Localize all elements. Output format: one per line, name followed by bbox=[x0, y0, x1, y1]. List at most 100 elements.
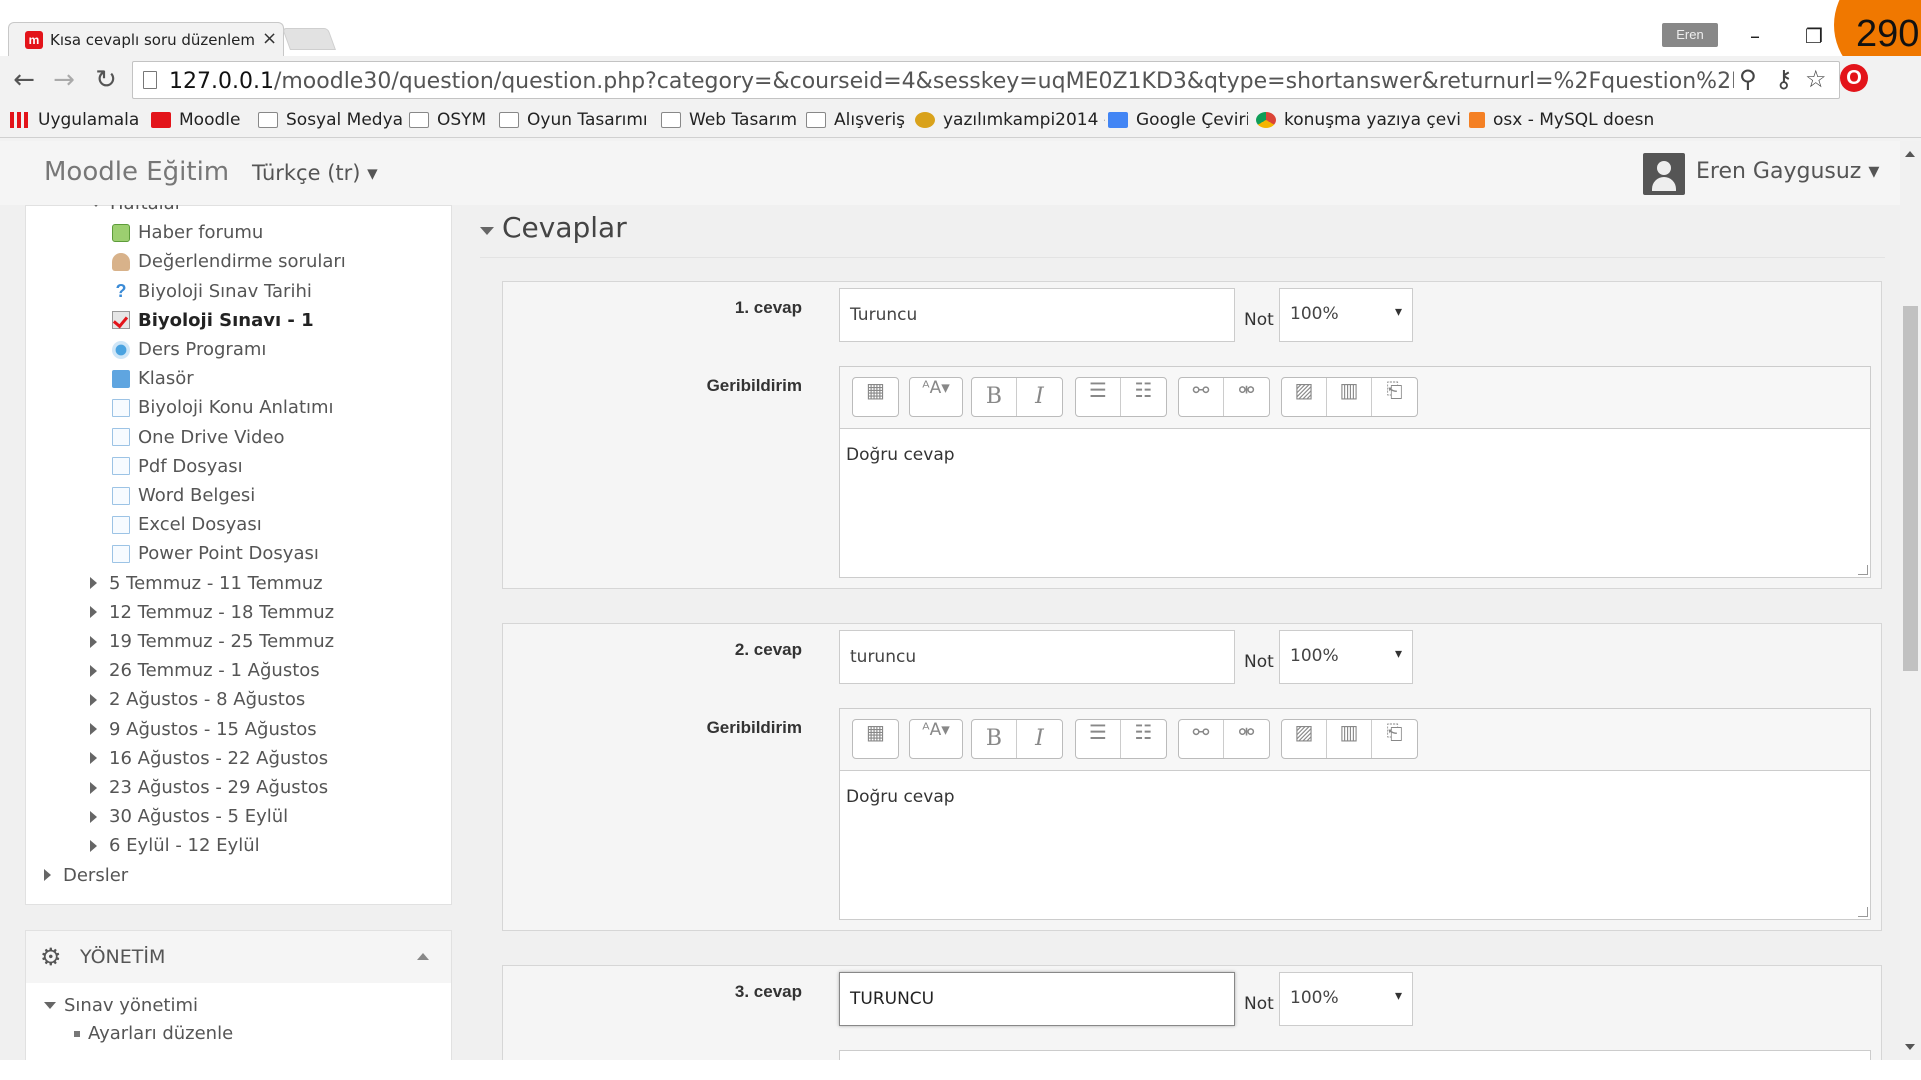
sidebar-item-edit-settings[interactable]: Ayarları düzenle bbox=[74, 1023, 233, 1044]
feedback-editor[interactable]: ▦ ᴬA▾ B I ☰ ☷ ⚯ ⚮ ▨ ▥ ⎗ Doğru cevap bbox=[839, 708, 1871, 920]
language-menu[interactable]: Türkçe ‎(tr)‎ ▾ bbox=[252, 161, 378, 185]
image-icon[interactable]: ▨ bbox=[1282, 378, 1327, 416]
collapse-icon[interactable] bbox=[417, 953, 429, 960]
sidebar-item[interactable]: 19 Temmuz - 25 Temmuz bbox=[90, 631, 334, 652]
unlink-icon[interactable]: ⚮ bbox=[1224, 720, 1269, 758]
toolbar-toggle-icon[interactable]: ▦ bbox=[853, 720, 898, 758]
sidebar-item[interactable]: 6 Eylül - 12 Eylül bbox=[90, 835, 260, 856]
folder-icon bbox=[258, 112, 278, 128]
sidebar-item[interactable]: Haftalar bbox=[90, 205, 182, 214]
profile-button[interactable]: Eren bbox=[1662, 23, 1718, 47]
bold-icon[interactable]: B bbox=[972, 378, 1017, 416]
resize-handle-icon[interactable] bbox=[1858, 907, 1868, 917]
browser-tab[interactable]: m Kısa cevaplı soru düzenleme × bbox=[8, 22, 284, 56]
feedback-editor[interactable]: ▦ ᴬA▾ B I ☰ ☷ ⚯ ⚮ ▨ ▥ ⎗ Doğru cevap bbox=[839, 366, 1871, 578]
numbered-list-icon[interactable]: ☷ bbox=[1121, 378, 1166, 416]
sidebar-item[interactable]: Pdf Dosyası bbox=[112, 456, 243, 477]
scroll-up-icon[interactable] bbox=[1905, 151, 1915, 157]
sidebar-item[interactable]: Klasör bbox=[112, 368, 194, 389]
grade-select[interactable]: 100% bbox=[1279, 630, 1413, 684]
font-style-icon[interactable]: ᴬA▾ bbox=[910, 378, 962, 416]
toolbar-toggle-icon[interactable]: ▦ bbox=[853, 378, 898, 416]
sidebar-item[interactable]: Biyoloji Sınavı - 1 bbox=[112, 310, 314, 331]
answer-input[interactable]: Turuncu bbox=[839, 288, 1235, 342]
minimize-icon[interactable]: – bbox=[1750, 24, 1760, 48]
answer-input[interactable]: TURUNCU bbox=[839, 972, 1235, 1026]
sidebar-item[interactable]: 16 Ağustos - 22 Ağustos bbox=[90, 748, 328, 769]
sidebar-item[interactable]: 26 Temmuz - 1 Ağustos bbox=[90, 660, 320, 681]
address-bar[interactable]: 127.0.0.1/moodle30/question/question.php… bbox=[132, 61, 1840, 99]
sidebar-item[interactable]: 12 Temmuz - 18 Temmuz bbox=[90, 602, 334, 623]
link-icon[interactable]: ⚯ bbox=[1179, 378, 1224, 416]
answer-input[interactable]: turuncu bbox=[839, 630, 1235, 684]
resize-handle-icon[interactable] bbox=[1858, 565, 1868, 575]
sidebar-item[interactable]: 2 Ağustos - 8 Ağustos bbox=[90, 689, 305, 710]
section-title[interactable]: Cevaplar bbox=[502, 211, 627, 244]
sidebar-item[interactable]: 5 Temmuz - 11 Temmuz bbox=[90, 573, 323, 594]
key-icon[interactable]: ⚷ bbox=[1775, 65, 1793, 93]
site-brand[interactable]: Moodle Eğitim bbox=[44, 157, 229, 187]
font-style-icon[interactable]: ᴬA▾ bbox=[910, 720, 962, 758]
feedback-editor[interactable] bbox=[839, 1050, 1871, 1060]
media-icon[interactable]: ▥ bbox=[1327, 378, 1372, 416]
url-text[interactable]: 127.0.0.1/moodle30/question/question.php… bbox=[169, 69, 1734, 94]
sidebar-item[interactable]: 30 Ağustos - 5 Eylül bbox=[90, 806, 288, 827]
sidebar-item[interactable]: Excel Dosyası bbox=[112, 514, 262, 535]
italic-icon[interactable]: I bbox=[1017, 720, 1062, 758]
bold-icon[interactable]: B bbox=[972, 720, 1017, 758]
bookmark-item[interactable]: yazılımkampi2014 - Pe bbox=[915, 110, 1105, 130]
sidebar-item[interactable]: One Drive Video bbox=[112, 427, 285, 448]
sidebar-item[interactable]: Biyoloji Konu Anlatımı bbox=[112, 397, 334, 418]
star-icon[interactable]: ☆ bbox=[1805, 65, 1827, 93]
opera-extension-icon[interactable]: O bbox=[1840, 64, 1868, 92]
bookmark-item[interactable]: osx - MySQL doesn't s bbox=[1469, 110, 1654, 130]
bookmark-item[interactable]: OSYM bbox=[409, 110, 491, 130]
file-icon[interactable]: ⎗ bbox=[1372, 378, 1417, 416]
media-icon[interactable]: ▥ bbox=[1327, 720, 1372, 758]
bookmark-item[interactable]: Web Tasarım bbox=[661, 110, 799, 130]
grade-select[interactable]: 100% bbox=[1279, 972, 1413, 1026]
bookmark-item[interactable]: Oyun Tasarımı bbox=[499, 110, 649, 130]
avatar[interactable] bbox=[1643, 153, 1685, 195]
bullet-list-icon[interactable]: ☰ bbox=[1076, 720, 1121, 758]
file-icon[interactable]: ⎗ bbox=[1372, 720, 1417, 758]
section-collapse-icon[interactable] bbox=[480, 227, 494, 235]
sidebar-item[interactable]: Word Belgesi bbox=[112, 485, 255, 506]
sidebar-item[interactable]: 9 Ağustos - 15 Ağustos bbox=[90, 719, 317, 740]
image-icon[interactable]: ▨ bbox=[1282, 720, 1327, 758]
bookmark-item[interactable]: Alışveriş bbox=[806, 110, 908, 130]
numbered-list-icon[interactable]: ☷ bbox=[1121, 720, 1166, 758]
forward-icon[interactable]: → bbox=[48, 64, 80, 96]
restore-icon[interactable]: ❐ bbox=[1805, 24, 1823, 48]
new-tab-button[interactable] bbox=[281, 28, 337, 50]
sidebar-item[interactable]: Power Point Dosyası bbox=[112, 543, 319, 564]
link-icon[interactable]: ⚯ bbox=[1179, 720, 1224, 758]
zoom-icon[interactable]: ⚲ bbox=[1739, 65, 1757, 93]
feedback-text[interactable]: Doğru cevap bbox=[846, 787, 955, 807]
sidebar-item[interactable]: ? Biyoloji Sınav Tarihi bbox=[112, 281, 312, 302]
sidebar-item-quiz-admin[interactable]: Sınav yönetimi bbox=[44, 995, 198, 1016]
sidebar-item[interactable]: Ders Programı bbox=[112, 339, 266, 360]
user-menu[interactable]: Eren Gaygusuz ▾ bbox=[1696, 159, 1879, 184]
grade-select[interactable]: 100% bbox=[1279, 288, 1413, 342]
sidebar-item[interactable]: 23 Ağustos - 29 Ağustos bbox=[90, 777, 328, 798]
reload-icon[interactable]: ↻ bbox=[90, 64, 122, 96]
sidebar-item[interactable]: Haber forumu bbox=[112, 222, 263, 243]
scroll-down-icon[interactable] bbox=[1905, 1044, 1915, 1050]
page-scrollbar[interactable] bbox=[1900, 141, 1921, 1060]
sidebar-item[interactable]: Dersler bbox=[44, 865, 128, 886]
scrollbar-thumb[interactable] bbox=[1903, 306, 1918, 671]
feedback-text[interactable]: Doğru cevap bbox=[846, 445, 955, 465]
administration-header[interactable]: ⚙ YÖNETİM bbox=[26, 931, 451, 983]
bookmark-item[interactable]: konuşma yazıya çevirn bbox=[1256, 110, 1461, 130]
unlink-icon[interactable]: ⚮ bbox=[1224, 378, 1269, 416]
bookmark-item[interactable]: Google Çeviri bbox=[1108, 110, 1248, 130]
bullet-list-icon[interactable]: ☰ bbox=[1076, 378, 1121, 416]
bookmark-item[interactable]: Sosyal Medya bbox=[258, 110, 403, 130]
close-tab-icon[interactable]: × bbox=[262, 28, 277, 49]
bookmark-item[interactable]: Moodle bbox=[151, 110, 251, 130]
italic-icon[interactable]: I bbox=[1017, 378, 1062, 416]
bookmark-item[interactable]: Uygulamalar bbox=[10, 110, 138, 130]
sidebar-item[interactable]: Değerlendirme soruları bbox=[112, 251, 346, 272]
back-icon[interactable]: ← bbox=[8, 64, 40, 96]
